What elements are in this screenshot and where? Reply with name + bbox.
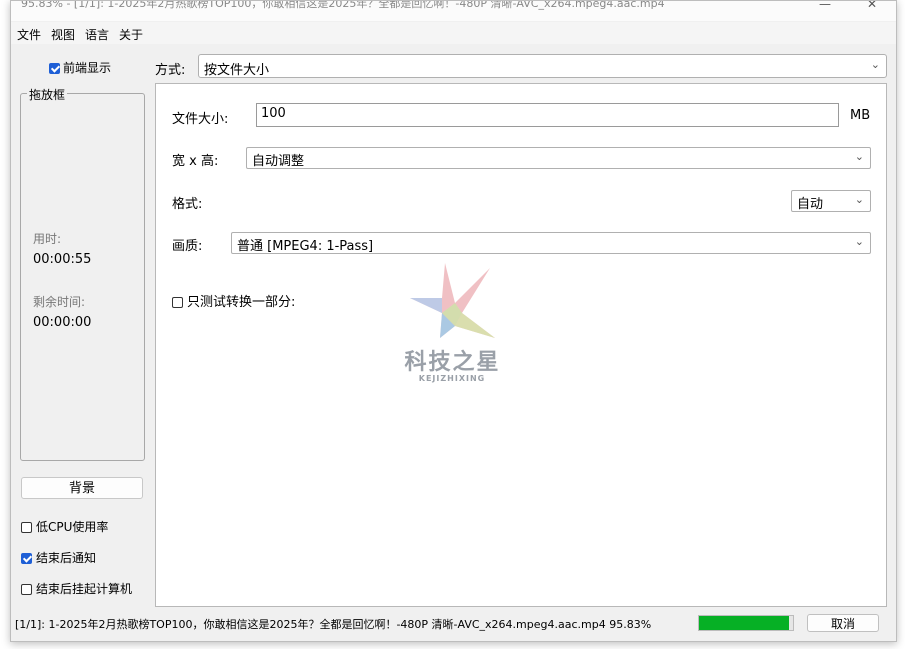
- quality-value: 普通 [MPEG4: 1-Pass]: [237, 239, 374, 254]
- test-part-checkbox[interactable]: 只测试转换一部分:: [172, 291, 295, 310]
- notify-on-finish-label: 结束后通知: [36, 551, 97, 565]
- mode-value: 按文件大小: [204, 63, 270, 78]
- suspend-on-finish-label: 结束后挂起计算机: [36, 582, 133, 596]
- front-display-label: 前端显示: [63, 61, 112, 75]
- quality-label: 画质:: [172, 239, 203, 254]
- menu-file[interactable]: 文件: [17, 26, 41, 43]
- format-value: 自动: [797, 197, 824, 212]
- format-select[interactable]: 自动 ⌄: [791, 190, 871, 212]
- chevron-down-icon: ⌄: [870, 58, 880, 71]
- menu-language[interactable]: 语言: [85, 26, 109, 43]
- status-bar: [1/1]: 1-2025年2月热歌榜TOP100，你敢相信这是2025年？全都…: [11, 611, 896, 635]
- menu-view[interactable]: 视图: [51, 26, 75, 43]
- drop-box-label: 拖放框: [27, 86, 68, 103]
- mode-select[interactable]: 按文件大小 ⌄: [198, 54, 887, 78]
- checkbox-icon[interactable]: [21, 553, 32, 564]
- remaining-label: 剩余时间:: [33, 295, 86, 309]
- checkbox-icon[interactable]: [21, 522, 32, 533]
- progress-bar: [698, 615, 794, 631]
- settings-panel: 文件大小: 100 MB 宽 x 高: 自动调整 ⌄ 格式: 自动 ⌄ 画质: …: [155, 83, 887, 607]
- checkbox-icon[interactable]: [172, 297, 183, 308]
- menu-about[interactable]: 关于: [119, 26, 143, 43]
- close-button[interactable]: ✕: [867, 1, 877, 11]
- checkbox-icon[interactable]: [21, 584, 32, 595]
- elapsed-value: 00:00:55: [33, 252, 92, 267]
- chevron-down-icon: ⌄: [854, 235, 864, 248]
- title-bar: 95.83% - [1/1]: 1-2025年2月热歌榜TOP100，你敢相信这…: [11, 1, 896, 21]
- mode-label: 方式:: [155, 63, 186, 78]
- resolution-label: 宽 x 高:: [172, 154, 219, 169]
- progress-fill: [699, 616, 790, 630]
- chevron-down-icon: ⌄: [854, 150, 864, 163]
- suspend-on-finish-checkbox[interactable]: 结束后挂起计算机: [21, 580, 132, 597]
- chevron-down-icon: ⌄: [854, 193, 864, 206]
- filesize-unit: MB: [850, 108, 871, 123]
- filesize-input[interactable]: 100: [256, 103, 839, 127]
- elapsed-label: 用时:: [33, 232, 62, 246]
- format-label: 格式:: [172, 197, 203, 212]
- minimize-button[interactable]: —: [819, 1, 831, 11]
- window-title: 95.83% - [1/1]: 1-2025年2月热歌榜TOP100，你敢相信这…: [21, 1, 665, 10]
- status-text: [1/1]: 1-2025年2月热歌榜TOP100，你敢相信这是2025年？全都…: [15, 618, 652, 631]
- drop-box[interactable]: 拖放框 用时: 00:00:55 剩余时间: 00:00:00: [20, 86, 145, 461]
- left-panel: 前端显示 拖放框 用时: 00:00:55 剩余时间: 00:00:00 背景 …: [11, 45, 151, 605]
- watermark-text: 科技之星: [404, 349, 501, 375]
- low-cpu-checkbox[interactable]: 低CPU使用率: [21, 518, 108, 535]
- checkbox-icon[interactable]: [49, 63, 60, 74]
- filesize-label: 文件大小:: [172, 112, 229, 127]
- resolution-select[interactable]: 自动调整 ⌄: [246, 147, 871, 169]
- front-display-checkbox[interactable]: 前端显示: [49, 59, 111, 76]
- background-button[interactable]: 背景: [21, 477, 143, 499]
- cancel-button[interactable]: 取消: [807, 614, 879, 632]
- notify-on-finish-checkbox[interactable]: 结束后通知: [21, 549, 96, 566]
- low-cpu-label: 低CPU使用率: [36, 520, 109, 534]
- remaining-value: 00:00:00: [33, 315, 92, 330]
- menu-bar: 文件 视图 语言 关于: [11, 22, 896, 44]
- resolution-value: 自动调整: [252, 154, 305, 169]
- filesize-value: 100: [261, 106, 286, 121]
- test-part-label: 只测试转换一部分:: [187, 295, 296, 310]
- quality-select[interactable]: 普通 [MPEG4: 1-Pass] ⌄: [231, 232, 871, 254]
- watermark-subtext: KEJIZHIXING: [418, 374, 486, 383]
